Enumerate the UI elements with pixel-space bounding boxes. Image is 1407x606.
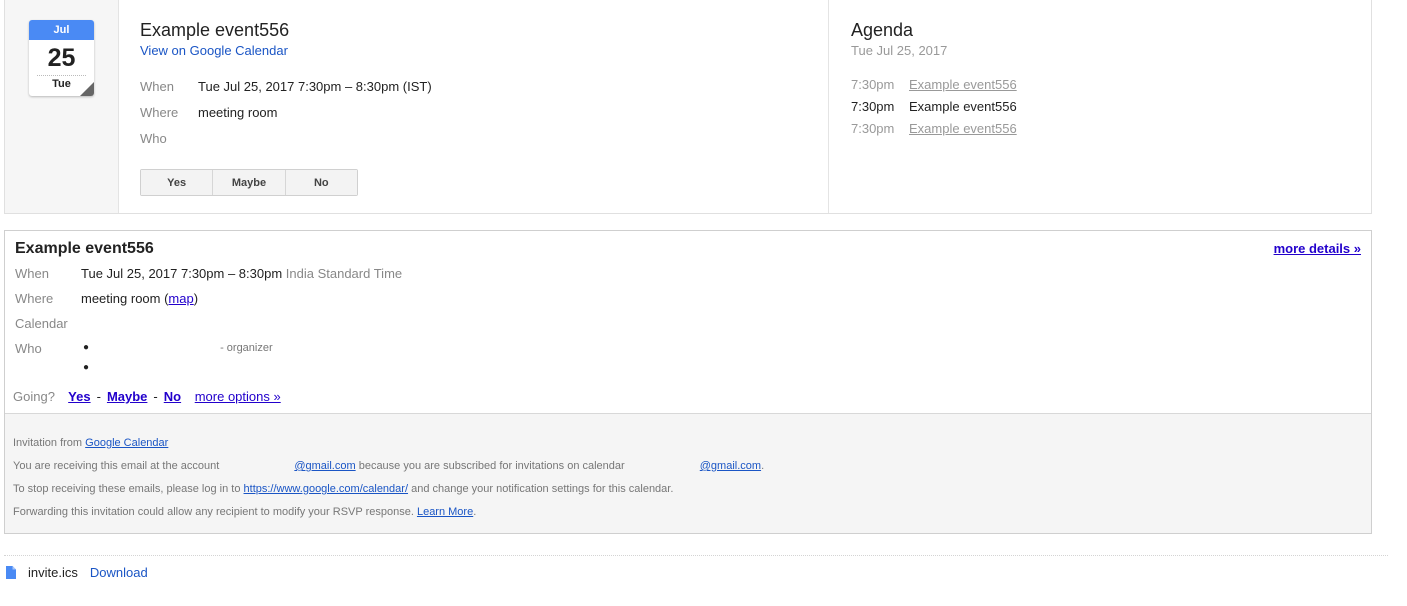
invitation-footer: Invitation from Google Calendar You are … — [5, 413, 1371, 533]
agenda-item-link[interactable]: Example event556 — [909, 74, 1017, 96]
agenda-title: Agenda — [851, 20, 914, 40]
learn-more-link[interactable]: Learn More — [417, 506, 473, 518]
calendar-month: Jul — [29, 20, 94, 40]
detail-where-label: Where — [15, 291, 54, 306]
attendee-item: ● — [81, 358, 273, 378]
attachment-divider — [4, 555, 1388, 556]
attachment-row: invite.ics Download — [6, 565, 148, 580]
page-fold-icon — [80, 82, 94, 96]
detail-where-row: Where meeting room (map) — [15, 286, 915, 311]
agenda-item-current: 7:30pm Example event556 — [851, 96, 1017, 118]
detail-when-label: When — [15, 266, 49, 281]
who-row: Who — [140, 126, 820, 152]
detail-timezone: India Standard Time — [285, 266, 403, 281]
invitation-from-text: Invitation from — [13, 437, 83, 449]
detail-when-time: Tue Jul 25, 2017 7:30pm – 8:30pm — [81, 266, 283, 281]
going-separator: - — [96, 389, 101, 404]
file-icon — [6, 566, 16, 579]
detail-where-text: meeting room ( — [81, 291, 169, 306]
event-summary-card: Jul 25 Tue Example event556 View on Goog… — [4, 0, 1372, 214]
period: . — [761, 460, 765, 472]
detail-who-row: Who ● - organizer ● — [15, 336, 915, 378]
bullet-icon: ● — [83, 362, 90, 373]
agenda-date: Tue Jul 25, 2017 — [851, 43, 948, 58]
detail-where-value: meeting room (map) — [81, 286, 198, 311]
rsvp-button-group: Yes Maybe No — [140, 169, 358, 196]
agenda-item-time: 7:30pm — [851, 121, 895, 136]
stop-suffix: and change your notification settings fo… — [411, 483, 674, 495]
footer-line-stop: To stop receiving these emails, please l… — [13, 478, 764, 501]
rsvp-no-button[interactable]: No — [285, 170, 357, 195]
going-row: Going? Yes - Maybe - No more options » — [13, 389, 281, 404]
detail-calendar-label: Calendar — [15, 316, 68, 331]
going-no-link[interactable]: No — [164, 389, 181, 404]
when-value: Tue Jul 25, 2017 7:30pm – 8:30pm (IST) — [198, 79, 432, 94]
going-label: Going? — [13, 389, 55, 404]
stop-prefix: To stop receiving these emails, please l… — [13, 483, 241, 495]
download-link[interactable]: Download — [90, 565, 148, 580]
forwarding-text: Forwarding this invitation could allow a… — [13, 506, 414, 518]
footer-line-receiving: You are receiving this email at the acco… — [13, 455, 764, 478]
event-detail-card: Example event556 more details » When Tue… — [4, 230, 1372, 534]
more-options-link[interactable]: more options » — [195, 389, 281, 404]
agenda-item-time: 7:30pm — [851, 77, 895, 92]
detail-who-label: Who — [15, 341, 42, 356]
where-value: meeting room — [198, 105, 278, 120]
detail-info: When Tue Jul 25, 2017 7:30pm – 8:30pm In… — [15, 261, 915, 378]
footer-line-forwarding: Forwarding this invitation could allow a… — [13, 501, 764, 524]
when-row: When Tue Jul 25, 2017 7:30pm – 8:30pm (I… — [140, 74, 820, 100]
organizer-role: - organizer — [220, 342, 273, 354]
going-yes-link[interactable]: Yes — [68, 389, 90, 404]
agenda-item-time: 7:30pm — [851, 99, 895, 114]
going-maybe-link[interactable]: Maybe — [107, 389, 147, 404]
calendar-date-icon: Jul 25 Tue — [29, 20, 94, 96]
rsvp-yes-button[interactable]: Yes — [141, 170, 214, 195]
detail-title: Example event556 — [15, 240, 154, 257]
agenda-item-name: Example event556 — [909, 99, 1017, 114]
calendar-day: 25 — [47, 44, 76, 72]
where-label: Where — [140, 105, 179, 120]
when-label: When — [140, 79, 174, 94]
bullet-icon: ● — [83, 342, 90, 353]
attendee-list: ● - organizer ● — [81, 338, 273, 378]
receiving-prefix: You are receiving this email at the acco… — [13, 460, 220, 472]
event-title: Example event556 — [140, 20, 290, 40]
agenda-content: Agenda Tue Jul 25, 2017 7:30pm Example e… — [851, 18, 1017, 140]
where-row: Where meeting room — [140, 100, 820, 126]
agenda-list: 7:30pm Example event556 7:30pm Example e… — [851, 74, 1017, 140]
detail-calendar-row: Calendar — [15, 311, 915, 336]
agenda-item: 7:30pm Example event556 — [851, 74, 1017, 96]
date-column: Jul 25 Tue — [5, 0, 119, 213]
footer-lines: Invitation from Google Calendar You are … — [13, 432, 764, 524]
view-on-google-calendar-link[interactable]: View on Google Calendar — [140, 42, 820, 60]
agenda-panel: Agenda Tue Jul 25, 2017 7:30pm Example e… — [828, 0, 1372, 213]
detail-when-value: Tue Jul 25, 2017 7:30pm – 8:30pm India S… — [81, 261, 402, 286]
agenda-item-link[interactable]: Example event556 — [909, 118, 1017, 140]
attachment-filename[interactable]: invite.ics — [28, 565, 78, 580]
event-info: When Tue Jul 25, 2017 7:30pm – 8:30pm (I… — [140, 74, 820, 152]
period: . — [473, 506, 477, 518]
account-email-link[interactable]: @gmail.com — [294, 460, 355, 472]
more-details-link[interactable]: more details » — [1274, 241, 1361, 256]
detail-where-close: ) — [193, 291, 199, 306]
map-link[interactable]: map — [168, 291, 193, 306]
calendar-url-link[interactable]: https://www.google.com/calendar/ — [244, 483, 408, 495]
footer-line-invitation: Invitation from Google Calendar — [13, 432, 764, 455]
event-main: Example event556 View on Google Calendar… — [140, 18, 820, 196]
detail-when-row: When Tue Jul 25, 2017 7:30pm – 8:30pm In… — [15, 261, 915, 286]
who-label: Who — [140, 131, 167, 146]
agenda-item: 7:30pm Example event556 — [851, 118, 1017, 140]
google-calendar-link[interactable]: Google Calendar — [85, 437, 168, 449]
going-separator: - — [153, 389, 158, 404]
attendee-item: ● - organizer — [81, 338, 273, 358]
calendar-email-link[interactable]: @gmail.com — [700, 460, 761, 472]
rsvp-maybe-button[interactable]: Maybe — [213, 170, 286, 195]
receiving-middle: because you are subscribed for invitatio… — [358, 460, 625, 472]
